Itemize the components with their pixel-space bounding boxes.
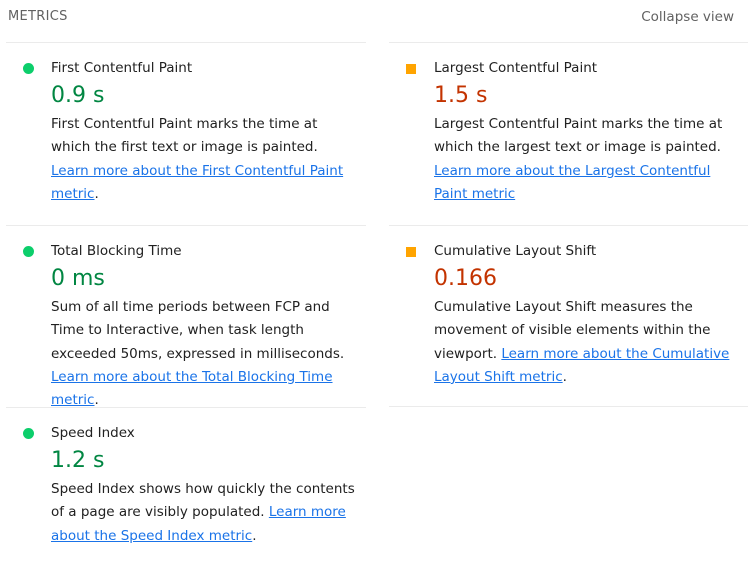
metric-description: Cumulative Layout Shift measures the mov…: [434, 296, 748, 389]
metric-cumulative-layout-shift: Cumulative Layout Shift 0.166 Cumulative…: [389, 225, 748, 389]
metric-value: 1.5 s: [434, 83, 488, 108]
metric-title: First Contentful Paint: [51, 60, 193, 76]
pass-circle-icon: [23, 428, 34, 439]
metric-value: 1.2 s: [51, 448, 105, 473]
metric-title: Total Blocking Time: [51, 243, 182, 259]
learn-more-link[interactable]: Learn more about the Largest Contentful …: [434, 163, 710, 202]
average-square-icon: [406, 64, 416, 74]
metric-description-suffix: .: [562, 368, 567, 385]
metric-title: Cumulative Layout Shift: [434, 243, 597, 259]
metric-description: First Contentful Paint marks the time at…: [51, 113, 366, 206]
metric-value: 0.166: [434, 266, 497, 291]
metric-description-suffix: .: [94, 185, 99, 202]
pass-circle-icon: [23, 63, 34, 74]
metric-title: Speed Index: [51, 425, 135, 441]
metric-title: Largest Contentful Paint: [434, 60, 598, 76]
average-square-icon: [406, 247, 416, 257]
metric-speed-index: Speed Index 1.2 s Speed Index shows how …: [6, 407, 366, 548]
metric-description-suffix: .: [94, 392, 99, 409]
metric-first-contentful-paint: First Contentful Paint 0.9 s First Conte…: [6, 42, 366, 206]
metric-description-text: Largest Contentful Paint marks the time …: [434, 116, 723, 156]
metric-description: Largest Contentful Paint marks the time …: [434, 113, 748, 206]
collapse-view-button[interactable]: Collapse view: [641, 9, 734, 25]
metric-description: Speed Index shows how quickly the conten…: [51, 478, 366, 548]
metric-description-text: Sum of all time periods between FCP and …: [51, 299, 345, 362]
metric-description-text: First Contentful Paint marks the time at…: [51, 116, 318, 156]
metric-description-suffix: .: [252, 527, 257, 544]
pass-circle-icon: [23, 246, 34, 257]
metrics-header: METRICS Collapse view: [0, 0, 754, 36]
metric-total-blocking-time: Total Blocking Time 0 ms Sum of all time…: [6, 225, 366, 412]
divider: [389, 406, 748, 407]
metric-value: 0.9 s: [51, 83, 105, 108]
metric-description: Sum of all time periods between FCP and …: [51, 296, 366, 412]
metric-largest-contentful-paint: Largest Contentful Paint 1.5 s Largest C…: [389, 42, 748, 206]
section-title: METRICS: [8, 9, 68, 24]
metric-value: 0 ms: [51, 266, 105, 291]
